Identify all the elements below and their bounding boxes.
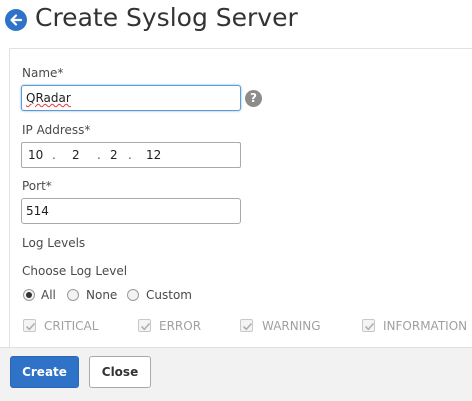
ip-address-field[interactable]: 10 . 2 . 2 . 12 xyxy=(21,142,241,168)
name-input-value: QRadar xyxy=(26,91,71,105)
radio-all-label[interactable]: All xyxy=(41,288,56,302)
port-label: Port* xyxy=(22,179,52,193)
name-label: Name* xyxy=(22,66,64,80)
radio-none-label[interactable]: None xyxy=(86,288,117,302)
radio-custom-label[interactable]: Custom xyxy=(146,288,192,302)
ip-octet-2[interactable]: 2 xyxy=(72,148,80,162)
radio-none[interactable] xyxy=(67,289,79,301)
checkbox-warning-label: WARNING xyxy=(262,319,321,333)
checkbox-information-label: INFORMATION xyxy=(383,319,468,333)
checkbox-critical[interactable] xyxy=(23,319,36,332)
ip-octet-1[interactable]: 10 xyxy=(28,148,43,162)
ip-separator-3: . xyxy=(128,148,132,162)
checkmark-icon xyxy=(140,322,151,331)
checkbox-critical-label: CRITICAL xyxy=(44,319,99,333)
choose-log-level-label: Choose Log Level xyxy=(22,264,128,278)
page-header: Create Syslog Server xyxy=(0,0,472,48)
log-levels-label: Log Levels xyxy=(22,236,86,250)
ip-address-label: IP Address* xyxy=(22,123,91,137)
ip-separator-1: . xyxy=(52,148,56,162)
ip-separator-2: . xyxy=(97,148,101,162)
back-button[interactable] xyxy=(5,9,27,31)
checkmark-icon xyxy=(242,322,253,331)
ip-octet-3[interactable]: 2 xyxy=(110,148,118,162)
checkbox-error[interactable] xyxy=(138,319,151,332)
radio-all[interactable] xyxy=(23,289,35,301)
page-title: Create Syslog Server xyxy=(35,3,298,32)
arrow-left-icon xyxy=(10,14,23,26)
close-button[interactable]: Close xyxy=(89,356,151,388)
create-button[interactable]: Create xyxy=(10,356,79,388)
ip-octet-4[interactable]: 12 xyxy=(146,148,161,162)
port-input[interactable] xyxy=(21,198,241,224)
radio-custom[interactable] xyxy=(127,289,139,301)
checkmark-icon xyxy=(364,322,375,331)
checkmark-icon xyxy=(25,322,36,331)
help-icon[interactable]: ? xyxy=(245,90,262,107)
checkbox-warning[interactable] xyxy=(240,319,253,332)
checkbox-information[interactable] xyxy=(362,319,375,332)
checkbox-error-label: ERROR xyxy=(159,319,202,333)
